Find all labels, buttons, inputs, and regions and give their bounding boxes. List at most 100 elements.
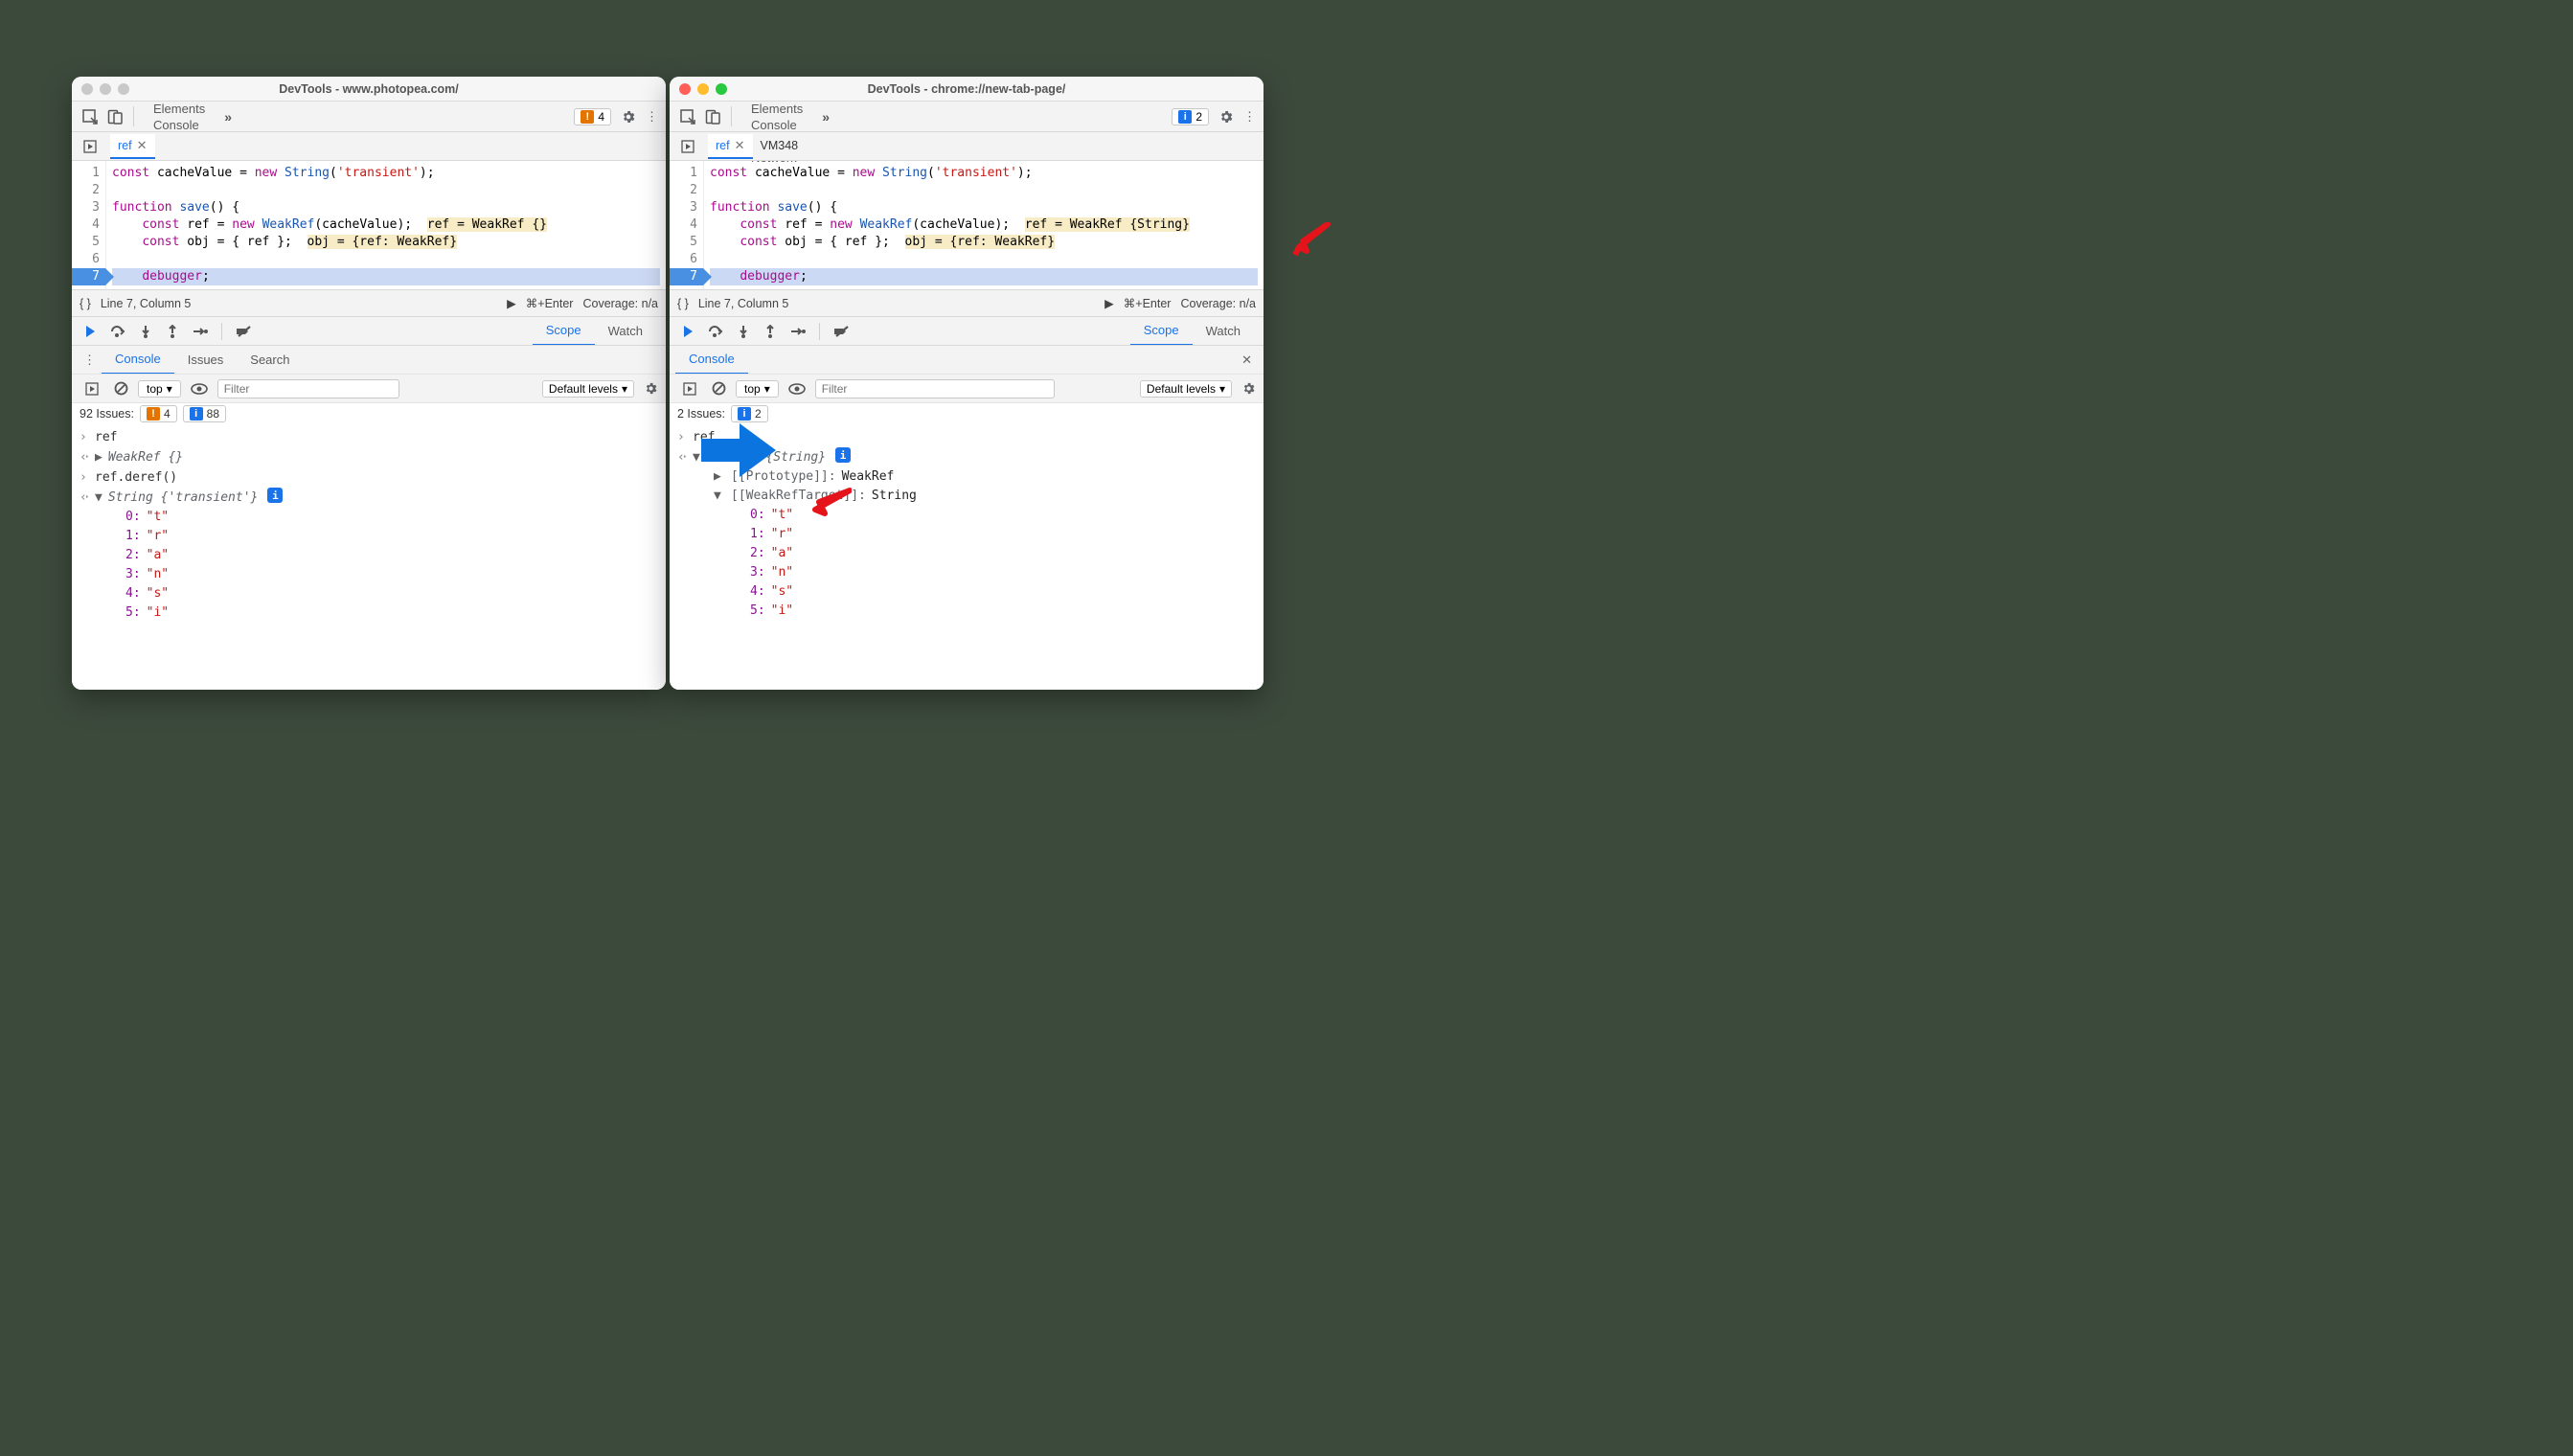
- run-shortcut: ⌘+Enter: [1124, 296, 1172, 310]
- console-issues-bar[interactable]: 92 Issues: !4 i88: [72, 402, 666, 424]
- drawer-tab-console[interactable]: Console: [675, 346, 748, 375]
- inspect-icon[interactable]: [78, 102, 102, 131]
- console-filter-input[interactable]: [217, 379, 399, 398]
- console-output-line[interactable]: ‹·▼ String {'transient'}i: [80, 488, 658, 508]
- execute-icon[interactable]: [80, 382, 104, 396]
- pretty-print-icon[interactable]: { }: [80, 297, 91, 310]
- coverage-label[interactable]: Coverage: n/a: [582, 297, 658, 310]
- file-tab[interactable]: VM348: [753, 134, 807, 159]
- file-tab[interactable]: ref✕: [708, 134, 753, 159]
- minimize-dot[interactable]: [697, 83, 709, 95]
- drawer-tab-console[interactable]: Console: [102, 346, 174, 375]
- drawer-tab-search[interactable]: Search: [237, 346, 303, 375]
- step-into-button[interactable]: [139, 325, 152, 338]
- more-tabs-icon[interactable]: »: [218, 102, 238, 131]
- cursor-position: Line 7, Column 5: [698, 297, 789, 310]
- close-drawer-icon[interactable]: ✕: [1236, 353, 1258, 368]
- log-levels-selector[interactable]: Default levels▾: [1140, 380, 1232, 398]
- clear-console-icon[interactable]: [712, 381, 726, 396]
- file-tab[interactable]: ref✕: [110, 134, 155, 159]
- deactivate-breakpoints-button[interactable]: [833, 325, 853, 338]
- live-expression-icon[interactable]: [788, 383, 806, 395]
- resume-button[interactable]: [679, 325, 694, 338]
- titlebar[interactable]: DevTools - www.photopea.com/: [72, 77, 666, 102]
- step-over-button[interactable]: [708, 325, 723, 338]
- issues-badge[interactable]: i 2: [1172, 108, 1209, 125]
- drawer-tab-issues[interactable]: Issues: [174, 346, 238, 375]
- code-content[interactable]: const cacheValue = new String('transient…: [106, 161, 666, 289]
- context-selector[interactable]: top▾: [736, 380, 779, 398]
- close-file-icon[interactable]: ✕: [137, 138, 148, 153]
- line-gutter[interactable]: 1234567: [72, 161, 106, 289]
- device-icon[interactable]: [102, 102, 127, 131]
- info-icon: i: [190, 407, 203, 421]
- main-tabs: ElementsConsoleSources » ! 4 ⋮: [72, 102, 666, 132]
- scope-tab-scope[interactable]: Scope: [533, 317, 595, 346]
- resume-icon[interactable]: [675, 140, 700, 153]
- gear-icon[interactable]: [621, 109, 636, 125]
- gear-icon[interactable]: [1218, 109, 1234, 125]
- close-file-icon[interactable]: ✕: [735, 138, 745, 153]
- context-selector[interactable]: top▾: [138, 380, 181, 398]
- drawer-menu-icon[interactable]: ⋮: [78, 353, 102, 368]
- kebab-icon[interactable]: ⋮: [1243, 109, 1256, 125]
- code-editor[interactable]: 1234567 const cacheValue = new String('t…: [72, 161, 666, 289]
- zoom-dot[interactable]: [716, 83, 727, 95]
- scope-tab-scope[interactable]: Scope: [1130, 317, 1193, 346]
- step-button[interactable]: [790, 325, 806, 338]
- step-out-button[interactable]: [166, 325, 179, 338]
- scope-tab-watch[interactable]: Watch: [1193, 317, 1254, 346]
- coverage-label[interactable]: Coverage: n/a: [1180, 297, 1256, 310]
- scope-tab-watch[interactable]: Watch: [595, 317, 656, 346]
- minimize-dot[interactable]: [100, 83, 111, 95]
- clear-console-icon[interactable]: [114, 381, 128, 396]
- step-button[interactable]: [193, 325, 208, 338]
- tab-elements[interactable]: Elements: [140, 102, 218, 118]
- step-over-button[interactable]: [110, 325, 125, 338]
- inspect-icon[interactable]: [675, 102, 700, 131]
- console-output-line[interactable]: ‹·▶ WeakRef {}: [80, 447, 658, 467]
- console-input-line[interactable]: ›ref: [80, 427, 658, 447]
- line-gutter[interactable]: 1234567: [670, 161, 704, 289]
- run-icon[interactable]: ▶: [1104, 296, 1114, 310]
- tab-elements[interactable]: Elements: [738, 102, 816, 118]
- log-levels-selector[interactable]: Default levels▾: [542, 380, 634, 398]
- zoom-dot[interactable]: [118, 83, 129, 95]
- more-tabs-icon[interactable]: »: [816, 102, 835, 131]
- info-icon[interactable]: i: [835, 447, 851, 463]
- step-into-button[interactable]: [737, 325, 750, 338]
- annotation-arrow-red-1: [1293, 222, 1332, 257]
- annotation-arrow-right: [701, 420, 778, 481]
- console-filter-input[interactable]: [815, 379, 1055, 398]
- console-settings-icon[interactable]: [1241, 381, 1256, 396]
- device-icon[interactable]: [700, 102, 725, 131]
- run-icon[interactable]: ▶: [507, 296, 516, 310]
- code-editor[interactable]: 1234567 const cacheValue = new String('t…: [670, 161, 1264, 289]
- code-content[interactable]: const cacheValue = new String('transient…: [704, 161, 1264, 289]
- issues-label: 2 Issues:: [677, 407, 725, 421]
- close-dot[interactable]: [679, 83, 691, 95]
- close-dot[interactable]: [81, 83, 93, 95]
- execute-icon[interactable]: [677, 382, 702, 396]
- resume-icon[interactable]: [78, 140, 102, 153]
- info-icon[interactable]: i: [267, 488, 283, 503]
- main-tabs: ElementsConsoleSourcesNetwork » i 2 ⋮: [670, 102, 1264, 132]
- issues-count: 4: [598, 110, 604, 124]
- pretty-print-icon[interactable]: { }: [677, 297, 689, 310]
- debug-toolbar: ScopeWatch: [670, 316, 1264, 345]
- resume-button[interactable]: [81, 325, 97, 338]
- console-input-line[interactable]: ›ref.deref(): [80, 467, 658, 488]
- annotation-arrow-red-2: [809, 487, 852, 521]
- warning-icon: !: [147, 407, 160, 421]
- console-output[interactable]: ›ref‹·▶ WeakRef {}›ref.deref()‹·▼ String…: [72, 424, 666, 690]
- live-expression-icon[interactable]: [191, 383, 208, 395]
- issues-badge[interactable]: ! 4: [574, 108, 611, 125]
- deactivate-breakpoints-button[interactable]: [236, 325, 255, 338]
- titlebar[interactable]: DevTools - chrome://new-tab-page/: [670, 77, 1264, 102]
- console-settings-icon[interactable]: [644, 381, 658, 396]
- devtools-window-left: DevTools - www.photopea.com/ ElementsCon…: [72, 77, 666, 690]
- step-out-button[interactable]: [763, 325, 777, 338]
- kebab-icon[interactable]: ⋮: [646, 109, 658, 125]
- debug-toolbar: ScopeWatch: [72, 316, 666, 345]
- info-icon: i: [1178, 110, 1192, 124]
